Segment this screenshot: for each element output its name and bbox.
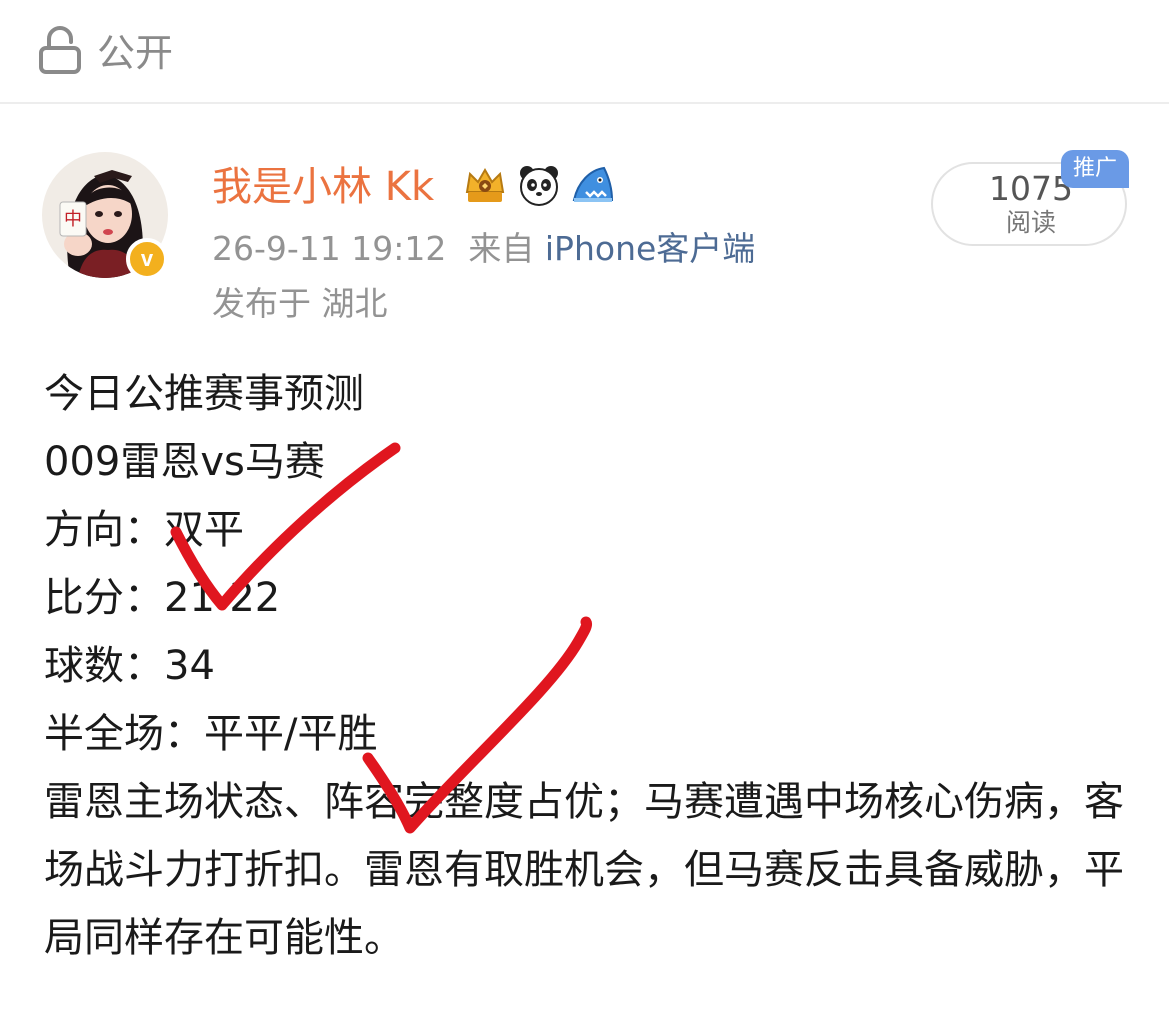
svg-text:中: 中 [64, 209, 82, 230]
post-line: 比分：21-22 [44, 575, 281, 621]
weibo-post-page: 公开 中 v 我是小林 Kk 26-9-11 19:12 来自 iPhone客户… [0, 0, 1169, 1012]
post-location: 发布于 湖北 [212, 284, 388, 323]
post-line: 今日公推赛事预测 [44, 371, 364, 417]
source-link[interactable]: iPhone客户端 [545, 229, 755, 268]
post-line: 方向：双平 [44, 507, 244, 553]
post-line: 球数：34 [44, 643, 215, 689]
read-label: 阅读 [1005, 208, 1056, 237]
author-badges [462, 160, 624, 210]
crown-badge-icon[interactable] [462, 162, 508, 208]
visibility-bar[interactable]: 公开 [0, 0, 1169, 104]
lock-icon [39, 26, 81, 74]
visibility-label: 公开 [97, 31, 174, 75]
post-line: 半全场：平平/平胜 [44, 711, 378, 757]
post-date: 26-9-11 19:12 [212, 229, 447, 268]
post-meta: 26-9-11 19:12 来自 iPhone客户端 [212, 225, 755, 273]
shark-badge-icon[interactable] [570, 162, 616, 208]
panda-badge-icon[interactable] [516, 162, 562, 208]
post-content: 今日公推赛事预测 009雷恩vs马赛 方向：双平 比分：21-22 球数：34 … [44, 360, 1134, 972]
source-prefix: 来自 [468, 229, 535, 268]
post-analysis: 雷恩主场状态、阵容完整度占优；马赛遭遇中场核心伤病，客场战斗力打折扣。雷恩有取胜… [44, 779, 1124, 961]
verified-v-icon: v [126, 238, 168, 280]
post-line: 009雷恩vs马赛 [44, 439, 325, 485]
author-name[interactable]: 我是小林 Kk [212, 160, 434, 214]
promo-tag: 推广 [1061, 150, 1129, 188]
